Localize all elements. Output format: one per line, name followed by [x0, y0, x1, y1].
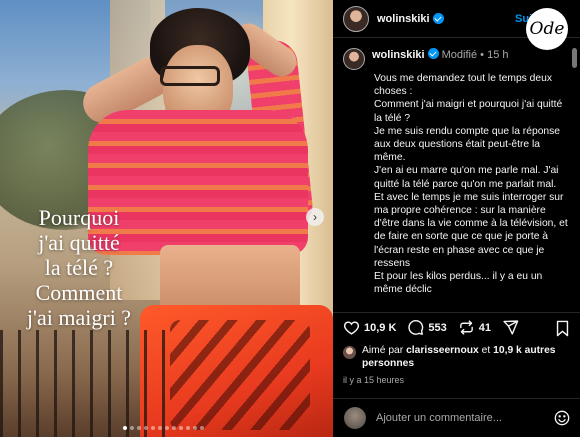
action-bar: 10,9 K 553 41 — [333, 312, 580, 342]
carousel-dot — [137, 426, 141, 430]
save-button[interactable] — [555, 320, 570, 342]
meta-separator: • — [480, 49, 485, 61]
repost-icon — [459, 320, 473, 335]
header-username[interactable]: wolinskiki — [377, 13, 430, 25]
like-count: 10,9 K — [364, 321, 397, 334]
chevron-right-icon: › — [313, 210, 317, 224]
emoji-icon[interactable] — [554, 410, 570, 426]
carousel-dot — [144, 426, 148, 430]
liked-by-text: Aimé par clarisseernoux et 10,9 k autres… — [362, 344, 573, 370]
carousel-dot — [130, 426, 134, 430]
carousel-dot — [165, 426, 169, 430]
avatar[interactable] — [343, 346, 356, 359]
liked-by: Aimé par clarisseernoux et 10,9 k autres… — [343, 344, 573, 370]
photo-railing — [0, 330, 170, 437]
carousel-dot — [158, 426, 162, 430]
liked-by-user[interactable]: clarisseernoux — [406, 345, 479, 356]
verified-badge-icon — [432, 13, 444, 24]
overlay-line: Comment — [35, 280, 123, 305]
post-photo[interactable]: Pourquoi j'ai quitté la télé ? Comment j… — [0, 0, 333, 437]
post-age[interactable]: 15 h — [487, 49, 508, 61]
post-panel: wolinskiki Suivre Ode wolinskiki Modifié… — [333, 0, 580, 437]
comment-icon — [408, 320, 424, 335]
comment-count: 553 — [428, 321, 447, 334]
photo-shadow — [170, 320, 310, 430]
send-icon — [503, 320, 519, 335]
caption-username[interactable]: wolinskiki — [372, 49, 425, 61]
post-timestamp[interactable]: il y a 15 heures — [343, 375, 404, 385]
liked-by-prefix: Aimé par — [362, 345, 404, 356]
repost-button[interactable]: 41 — [458, 319, 491, 336]
carousel-dot — [151, 426, 155, 430]
verified-badge-icon — [427, 48, 439, 59]
post-caption: wolinskiki Modifié • 15 h Vous me demand… — [343, 48, 571, 310]
next-slide-button[interactable]: › — [306, 208, 324, 226]
photo-overlay-text: Pourquoi j'ai quitté la télé ? Comment j… — [4, 205, 154, 330]
carousel-dot — [172, 426, 176, 430]
bookmark-icon — [556, 320, 569, 337]
carousel-dot — [186, 426, 190, 430]
repost-count: 41 — [478, 321, 492, 334]
photo-glasses — [160, 66, 220, 86]
ode-logo: Ode — [526, 8, 568, 50]
carousel-dot — [200, 426, 204, 430]
liked-by-conjunction: et — [481, 345, 491, 356]
avatar[interactable] — [343, 48, 365, 70]
carousel-dot — [123, 426, 127, 430]
post-header: wolinskiki Suivre Ode — [333, 0, 580, 50]
comment-composer: Ajouter un commentaire... — [333, 398, 580, 437]
carousel-dot — [179, 426, 183, 430]
carousel-dots — [123, 426, 204, 430]
comment-button[interactable]: 553 — [407, 319, 447, 336]
overlay-line: j'ai quitté — [38, 230, 120, 255]
heart-icon — [343, 321, 360, 335]
share-button[interactable] — [502, 319, 523, 336]
avatar[interactable] — [343, 5, 369, 32]
carousel-dot — [193, 426, 197, 430]
caption-scrollbar[interactable] — [572, 48, 577, 68]
caption-header: wolinskiki Modifié • 15 h — [343, 48, 571, 70]
overlay-line: Pourquoi — [38, 205, 120, 230]
caption-text: Vous me demandez tout le temps deux chos… — [374, 73, 568, 296]
edited-label: Modifié — [441, 49, 478, 61]
caption-meta: wolinskiki Modifié • 15 h — [372, 48, 509, 62]
avatar — [344, 407, 366, 429]
overlay-line: la télé ? — [44, 255, 114, 280]
like-button[interactable]: 10,9 K — [343, 319, 396, 336]
comment-input[interactable]: Ajouter un commentaire... — [376, 412, 502, 424]
overlay-line: j'ai maigri ? — [26, 305, 132, 330]
